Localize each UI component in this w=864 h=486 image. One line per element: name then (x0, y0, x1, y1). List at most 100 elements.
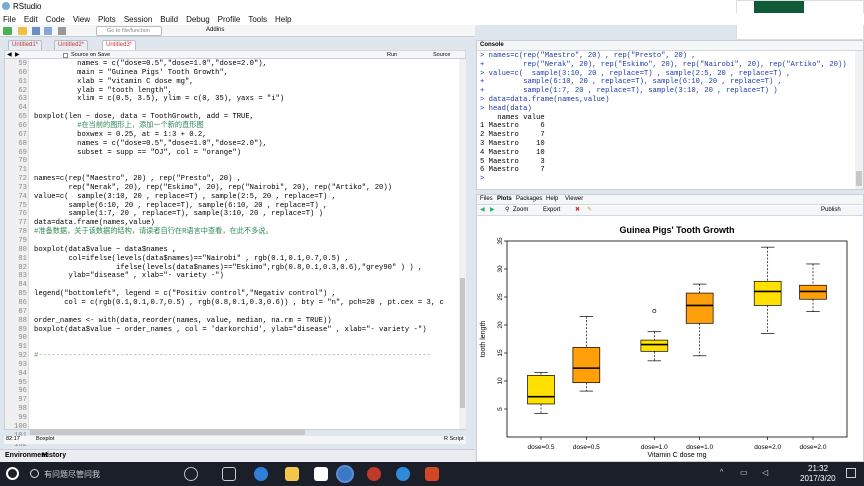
outlier-point (652, 309, 657, 313)
clear-plots-icon[interactable]: ✎ (587, 206, 592, 213)
tab-help[interactable]: Help (546, 196, 558, 202)
code-line: boxplot(len ~ dose, data = ToothGrowth, … (34, 113, 254, 122)
line-number: 80 (18, 245, 27, 254)
edge-browser-icon[interactable] (254, 467, 268, 481)
powerpoint-icon[interactable] (425, 467, 439, 481)
tab-files[interactable]: Files (480, 196, 493, 202)
code-line: legend("bottomleft", legend = c("Positiv… (34, 290, 336, 299)
forward-arrow-icon[interactable]: ▶ (15, 51, 20, 58)
menu-profile[interactable]: Profile (218, 15, 241, 24)
editor-tab-untitled2[interactable]: Untitled2* (54, 40, 89, 50)
goto-input-label: Go to file/function (107, 28, 150, 34)
line-number: 87 (18, 307, 27, 316)
menu-view[interactable]: View (73, 15, 90, 24)
tab-plots[interactable]: Plots (497, 196, 512, 202)
code-line: order_names <- with(data,reorder(names, … (34, 316, 332, 325)
save-all-icon[interactable] (44, 27, 52, 35)
addins-button[interactable]: Addins (206, 27, 224, 33)
code-line: #准备数据，关于该数据的结构，请读者自行在R语言中查看，在此不多说。 (34, 228, 273, 237)
rstudio-taskbar-icon[interactable] (338, 467, 352, 481)
open-file-icon[interactable] (18, 27, 27, 35)
console-line: 1 Maestro 6 (480, 122, 545, 131)
x-axis-label: Vitamin C dose mg (647, 452, 706, 459)
console-line: > names=c(rep("Maestro", 20) , rep("Pres… (480, 52, 696, 60)
line-number: 99 (18, 414, 27, 422)
box (527, 375, 555, 405)
line-number: 64 (18, 104, 27, 113)
code-line: sample(1:7, 20 , replace=T), sample(3:10… (34, 210, 324, 219)
code-line: subset = supp == "OJ", col = "orange") (34, 148, 242, 157)
file-explorer-icon[interactable] (285, 467, 299, 481)
console-line: + sample(6:10, 20 , replace=T), sample(6… (480, 78, 782, 87)
editor-hscroll[interactable] (30, 429, 305, 435)
line-number: 81 (18, 254, 27, 263)
tab-history[interactable]: History (42, 452, 66, 459)
new-file-icon[interactable] (3, 27, 12, 35)
export-button[interactable]: Export (543, 207, 560, 213)
line-number: 72 (18, 175, 27, 184)
save-icon[interactable] (32, 27, 40, 35)
cortana-search-icon[interactable] (30, 469, 39, 478)
code-line: #在当前的图形上，添加一个新的直形图 (34, 121, 204, 130)
clock-date[interactable]: 2017/3/20 (800, 474, 836, 483)
store-icon[interactable] (314, 467, 328, 481)
goto-file-input[interactable]: Go to file/function (96, 26, 162, 36)
scope-indicator[interactable]: Boxplot (36, 436, 54, 442)
menu-debug[interactable]: Debug (186, 15, 210, 24)
app-title: RStudio (13, 2, 42, 11)
box (753, 280, 782, 306)
kugou-icon[interactable] (396, 467, 410, 481)
volume-icon[interactable]: ◁ (762, 468, 768, 477)
console-line: > head(data) (480, 104, 532, 113)
windows-start-icon[interactable] (6, 467, 19, 480)
line-number: 88 (18, 316, 27, 325)
editor-scrollbar[interactable] (459, 59, 466, 429)
cursor-position: 82:17 (6, 436, 20, 442)
console-scrollbar-thumb[interactable] (856, 171, 862, 186)
menu-plots[interactable]: Plots (98, 15, 116, 24)
tab-packages[interactable]: Packages (516, 196, 542, 202)
console-pane[interactable]: Console > names=c(rep("Maestro", 20) , r… (476, 40, 864, 190)
tray-arrow-icon[interactable]: ^ (720, 469, 723, 476)
plot-tabbar: Files Plots Packages Help Viewer (477, 195, 863, 205)
y-axis-label: tooth length (480, 321, 487, 358)
line-number: 76 (18, 210, 27, 219)
notification-icon[interactable] (846, 468, 856, 478)
menu-file[interactable]: File (3, 15, 16, 24)
publish-button[interactable]: Publish (821, 207, 841, 213)
line-number: 74 (18, 192, 27, 201)
code-editor[interactable]: 59 60 61 62 63 64 65 66 67 68 69 70 71 72 73 74 75 76 77 78… (4, 58, 466, 466)
editor-scrollbar-thumb[interactable] (460, 278, 465, 408)
taskbar-search-box[interactable]: 有问题尽管问我 (44, 469, 100, 480)
menu-edit[interactable]: Edit (24, 15, 38, 24)
language-indicator[interactable]: R Script (444, 436, 464, 442)
task-view-icon[interactable] (222, 467, 236, 481)
menu-build[interactable]: Build (160, 15, 178, 24)
line-number: 63 (18, 95, 27, 104)
boxplot-chart: Guinea Pigs' Tooth Growth Vitamin C dose … (480, 225, 848, 459)
code-line: ylab = "tooth length", (34, 86, 173, 95)
back-arrow-icon[interactable]: ◀ (7, 51, 12, 58)
console-scrollbar[interactable] (855, 51, 863, 189)
line-number: 67 (18, 130, 27, 139)
code-line: data=data.frame(names,value) (34, 219, 155, 228)
menu-code[interactable]: Code (46, 15, 65, 24)
editor-tab-untitled3[interactable]: Untitled3* (102, 40, 137, 50)
print-icon[interactable] (58, 27, 66, 35)
rstudio-logo-icon (2, 2, 10, 10)
clock-time[interactable]: 21:32 (808, 464, 828, 473)
line-number: 73 (18, 183, 27, 192)
back-plot-icon[interactable]: ◀ (480, 206, 485, 213)
tab-viewer[interactable]: Viewer (565, 196, 583, 202)
settings-gear-icon[interactable] (367, 467, 381, 481)
menu-tools[interactable]: Tools (248, 15, 267, 24)
line-number: 85 (18, 290, 27, 299)
network-icon[interactable]: ▭ (740, 468, 748, 477)
editor-tab-untitled1[interactable]: Untitled1* (8, 40, 43, 50)
menu-help[interactable]: Help (275, 15, 291, 24)
microphone-icon[interactable] (184, 467, 198, 481)
menu-session[interactable]: Session (124, 15, 152, 24)
zoom-button[interactable]: Zoom (513, 207, 528, 213)
forward-plot-icon[interactable]: ▶ (490, 206, 495, 213)
remove-plot-icon[interactable]: ✖ (575, 206, 580, 213)
